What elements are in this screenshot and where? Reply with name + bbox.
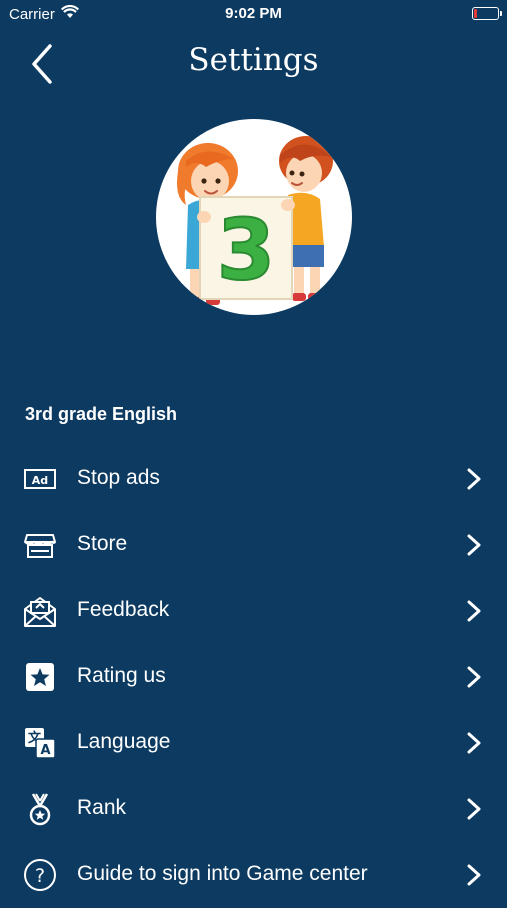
menu-label: Guide to sign into Game center bbox=[77, 862, 368, 885]
ad-icon: Ad bbox=[24, 469, 56, 489]
status-bar: Carrier 9:02 PM bbox=[0, 0, 507, 28]
chevron-right-icon bbox=[467, 798, 481, 820]
chevron-right-icon bbox=[467, 864, 481, 886]
store-icon bbox=[24, 534, 56, 558]
chevron-right-icon bbox=[467, 468, 481, 490]
translate-icon: 文 A bbox=[25, 728, 56, 759]
menu-label: Stop ads bbox=[77, 466, 160, 489]
status-time: 9:02 PM bbox=[225, 5, 282, 22]
menu-label: Rank bbox=[77, 796, 127, 819]
page-title: Settings bbox=[188, 42, 319, 78]
medal-icon bbox=[29, 793, 51, 826]
chevron-right-icon bbox=[467, 732, 481, 754]
settings-menu: Ad Stop ads Store Feedback Rating us 文 A… bbox=[0, 446, 507, 908]
section-title: 3rd grade English bbox=[25, 404, 178, 424]
mail-icon bbox=[24, 597, 56, 627]
menu-item-language[interactable]: 文 A Language bbox=[0, 710, 507, 776]
menu-label: Store bbox=[77, 532, 128, 555]
battery-icon bbox=[472, 7, 502, 20]
question-icon: ? bbox=[24, 859, 56, 891]
kids-holding-number-card-illustration: 3 bbox=[177, 136, 333, 305]
menu-label: Rating us bbox=[77, 664, 166, 687]
chevron-right-icon bbox=[467, 666, 481, 688]
svg-text:Ad: Ad bbox=[32, 474, 48, 487]
chevron-right-icon bbox=[467, 600, 481, 622]
menu-item-store[interactable]: Store bbox=[0, 512, 507, 578]
menu-item-stop-ads[interactable]: Ad Stop ads bbox=[0, 446, 507, 512]
menu-label: Feedback bbox=[77, 598, 170, 621]
menu-item-game-center-guide[interactable]: ? Guide to sign into Game center bbox=[0, 842, 507, 908]
avatar: 3 bbox=[156, 119, 352, 315]
menu-item-rank[interactable]: Rank bbox=[0, 776, 507, 842]
menu-item-feedback[interactable]: Feedback bbox=[0, 578, 507, 644]
battery-level bbox=[474, 9, 477, 18]
svg-text:?: ? bbox=[35, 865, 45, 887]
menu-item-rating[interactable]: Rating us bbox=[0, 644, 507, 710]
svg-text:A: A bbox=[40, 743, 50, 758]
header: Settings bbox=[0, 32, 507, 92]
chevron-right-icon bbox=[467, 534, 481, 556]
card-number: 3 bbox=[217, 201, 275, 299]
menu-label: Language bbox=[77, 730, 171, 753]
star-icon bbox=[26, 663, 54, 691]
